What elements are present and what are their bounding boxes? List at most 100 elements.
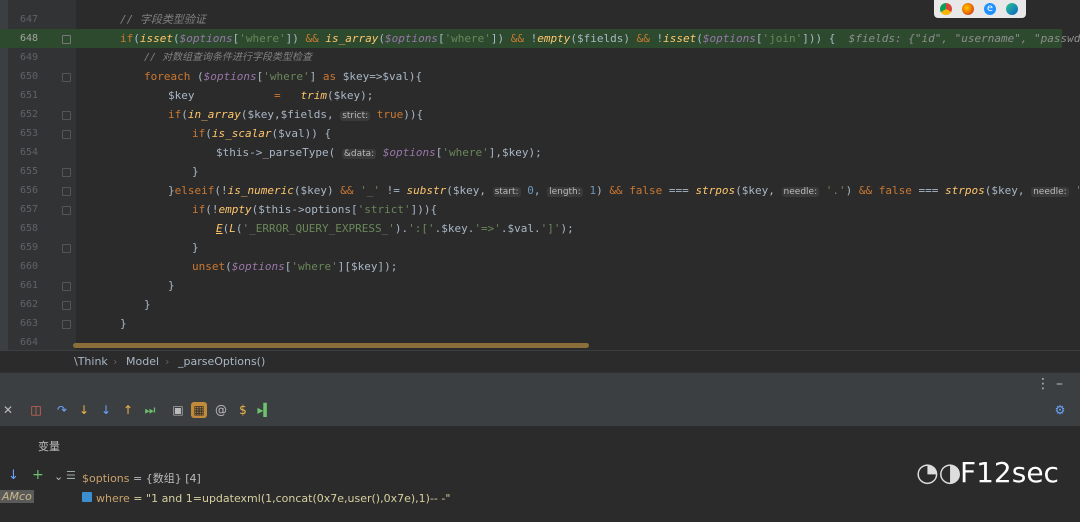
code-line[interactable]: 647 // 字段类型验证 xyxy=(0,10,1062,29)
step-into-icon[interactable]: ↓ xyxy=(76,402,92,418)
fold-icon[interactable] xyxy=(62,282,71,291)
variable-row[interactable]: $options = {数组} [4] xyxy=(82,470,201,486)
code-line[interactable]: 658 E(L('_ERROR_QUERY_EXPRESS_').':['.$k… xyxy=(0,219,1062,238)
code-text: $this->_parseType( &data: $options['wher… xyxy=(216,146,542,159)
line-number: 648 xyxy=(19,33,38,44)
error-stripe[interactable] xyxy=(1054,0,1080,350)
array-icon: ☰ xyxy=(66,469,76,482)
breadcrumb-class[interactable]: Model xyxy=(126,355,159,368)
console-icon[interactable]: ▣ xyxy=(170,402,186,418)
stop-icon[interactable]: ◫ xyxy=(28,402,44,418)
chevron-down-icon[interactable]: ⌄ xyxy=(54,470,63,483)
settings-icon[interactable]: ⚙ xyxy=(1052,402,1068,418)
inline-debug-value: $fields: {"id", "username", "passwd", _p… xyxy=(848,32,1080,45)
code-line[interactable]: 662 } xyxy=(0,295,1062,314)
code-line[interactable]: 650 foreach ($options['where'] as $key=>… xyxy=(0,67,1062,86)
code-text: if(isset($options['where']) && is_array(… xyxy=(120,29,1080,48)
line-number: 664 xyxy=(19,337,38,348)
line-number: 649 xyxy=(19,52,38,63)
code-text: } xyxy=(144,298,151,311)
fold-icon[interactable] xyxy=(62,301,71,310)
code-line[interactable]: 653 if(is_scalar($val)) { xyxy=(0,124,1062,143)
resume-icon[interactable]: ▸▍ xyxy=(257,402,273,418)
add-watch-icon[interactable]: + xyxy=(32,467,44,483)
variable-row[interactable]: where = "1 and 1=updatexml(1,concat(0x7e… xyxy=(96,492,450,505)
line-number: 663 xyxy=(19,318,38,329)
code-line[interactable]: 657 if(!empty($this->options['strict']))… xyxy=(0,200,1062,219)
code-line[interactable]: 651 $key = trim($key); xyxy=(0,86,1062,105)
breakpoint-fold-icon[interactable] xyxy=(62,35,71,44)
breadcrumb-namespace[interactable]: \Think xyxy=(74,355,108,368)
horizontal-scrollbar[interactable] xyxy=(73,343,589,348)
code-text: }elseif(!is_numeric($key) && '_' != subs… xyxy=(168,184,1080,197)
line-number: 656 xyxy=(19,185,38,196)
fold-icon[interactable] xyxy=(62,168,71,177)
chrome-icon[interactable] xyxy=(940,3,952,15)
force-step-into-icon[interactable]: ↓ xyxy=(98,402,114,418)
code-text: if(is_scalar($val)) { xyxy=(192,127,332,140)
line-number: 654 xyxy=(19,147,38,158)
line-number: 660 xyxy=(19,261,38,272)
code-text: E(L('_ERROR_QUERY_EXPRESS_').':['.$key.'… xyxy=(216,222,574,235)
line-number: 652 xyxy=(19,109,38,120)
code-line[interactable]: 656 }elseif(!is_numeric($key) && '_' != … xyxy=(0,181,1080,200)
code-comment: // 对数组查询条件进行字段类型检查 xyxy=(144,52,313,63)
fold-icon[interactable] xyxy=(62,130,71,139)
run-to-cursor-icon[interactable]: ⏭ xyxy=(142,402,158,418)
breadcrumb-method[interactable]: _parseOptions() xyxy=(178,355,265,368)
code-line[interactable]: 654 $this->_parseType( &data: $options['… xyxy=(0,143,1062,162)
code-line-current[interactable]: 648 if(isset($options['where']) && is_ar… xyxy=(0,29,1080,48)
browser-preview-bar: e xyxy=(934,0,1026,18)
line-number: 650 xyxy=(19,71,38,82)
watermark-text: F12sec xyxy=(960,456,1059,489)
dollar-icon[interactable]: $ xyxy=(235,402,251,418)
code-text: } xyxy=(120,317,127,330)
line-number: 658 xyxy=(19,223,38,234)
minimize-icon[interactable]: – xyxy=(1056,376,1063,392)
code-text: if(!empty($this->options['strict'])){ xyxy=(192,203,438,216)
fold-icon[interactable] xyxy=(62,244,71,253)
line-number: 657 xyxy=(19,204,38,215)
code-line[interactable]: 660 unset($options['where'][$key]); xyxy=(0,257,1062,276)
line-number: 662 xyxy=(19,299,38,310)
fold-icon[interactable] xyxy=(62,73,71,82)
code-text: if(in_array($key,$fields, strict: true))… xyxy=(168,108,424,121)
line-number: 653 xyxy=(19,128,38,139)
firefox-icon[interactable] xyxy=(962,3,974,15)
code-line[interactable]: 659 } xyxy=(0,238,1062,257)
chevron-right-icon: › xyxy=(113,355,118,368)
field-icon xyxy=(82,492,92,502)
code-line[interactable]: 663 } xyxy=(0,314,1062,333)
wechat-icon: ◔◑ xyxy=(916,458,962,488)
side-label: AMco xyxy=(0,490,34,503)
line-number: 659 xyxy=(19,242,38,253)
code-text: foreach ($options['where'] as $key=>$val… xyxy=(144,70,423,83)
code-line[interactable]: 661 } xyxy=(0,276,1062,295)
debug-toolbar: ✕ ◫ ↷ ↓ ↓ ↑ ⏭ ▣ ▦ @ $ ▸▍ ⚙ xyxy=(0,396,1080,426)
code-text: unset($options['where'][$key]); xyxy=(192,260,398,273)
debug-panel-header: ⋮ – xyxy=(0,372,1080,397)
code-editor[interactable]: 647 // 字段类型验证 648 if(isset($options['whe… xyxy=(0,0,1080,350)
ie-icon[interactable]: e xyxy=(984,3,996,15)
step-over-icon[interactable]: ↷ xyxy=(54,402,70,418)
line-number: 661 xyxy=(19,280,38,291)
line-number: 651 xyxy=(19,90,38,101)
fold-icon[interactable] xyxy=(62,111,71,120)
fold-icon[interactable] xyxy=(62,320,71,329)
close-icon[interactable]: ✕ xyxy=(0,402,16,418)
code-line[interactable]: 655 } xyxy=(0,162,1062,181)
line-number: 647 xyxy=(19,14,38,25)
step-down-icon[interactable]: ↓ xyxy=(8,468,19,483)
step-out-icon[interactable]: ↑ xyxy=(120,402,136,418)
code-line[interactable]: 649 // 对数组查询条件进行字段类型检查 xyxy=(0,48,1062,67)
chevron-right-icon: › xyxy=(165,355,170,368)
evaluate-icon[interactable]: ▦ xyxy=(191,402,207,418)
more-options-icon[interactable]: ⋮ xyxy=(1036,376,1050,392)
variables-tab[interactable]: 变量 xyxy=(38,438,60,454)
code-line[interactable]: 652 if(in_array($key,$fields, strict: tr… xyxy=(0,105,1062,124)
fold-icon[interactable] xyxy=(62,187,71,196)
breadcrumb: \Think › Model › _parseOptions() xyxy=(0,350,1080,373)
fold-icon[interactable] xyxy=(62,206,71,215)
edge-icon[interactable] xyxy=(1006,3,1018,15)
watch-icon[interactable]: @ xyxy=(213,402,229,418)
